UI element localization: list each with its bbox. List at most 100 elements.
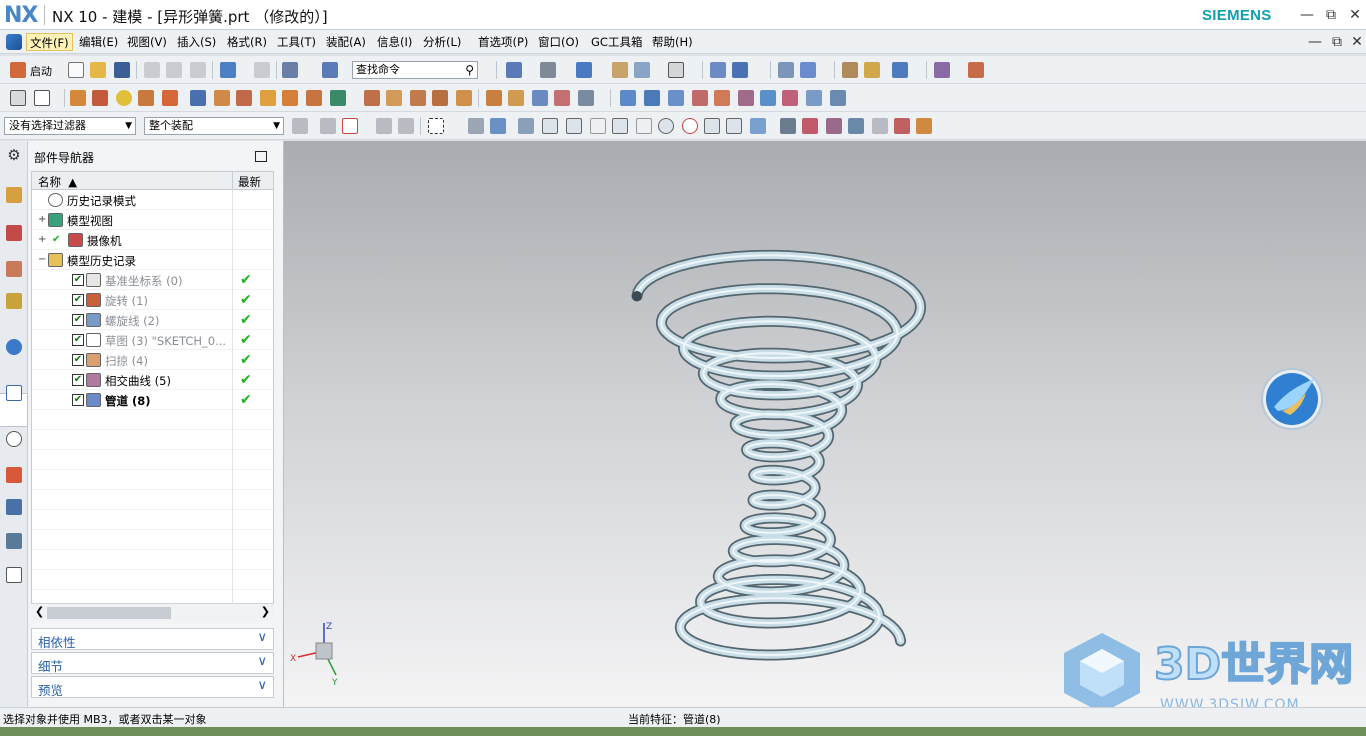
save-icon[interactable] <box>114 62 130 78</box>
menu-analysis[interactable]: 分析(L) <box>420 33 464 51</box>
block-icon[interactable] <box>138 90 154 106</box>
tree-row[interactable]: − 模型历史记录 <box>32 250 273 270</box>
faces-filter-icon[interactable] <box>468 118 484 134</box>
reference-set-icon[interactable] <box>872 118 888 134</box>
doc-close-button[interactable]: ✕ <box>1346 31 1366 53</box>
tree-row[interactable]: ✔ 螺旋线 (2) ✔ <box>32 310 273 330</box>
datum-plane-icon[interactable] <box>34 90 50 106</box>
swept-icon[interactable] <box>692 90 708 106</box>
cylinder-icon[interactable] <box>162 90 178 106</box>
feature-checkbox[interactable]: ✔ <box>72 334 84 346</box>
app-icon[interactable] <box>6 34 22 50</box>
feature-checkbox[interactable]: ✔ <box>72 274 84 286</box>
shell-icon[interactable] <box>410 90 426 106</box>
doc-minimize-button[interactable]: — <box>1304 31 1326 53</box>
menu-window[interactable]: 窗口(O) <box>535 33 582 51</box>
chamfer-icon[interactable] <box>386 90 402 106</box>
column-header-latest[interactable]: 最新 <box>238 174 261 190</box>
snap-point-icon[interactable] <box>518 118 534 134</box>
web-browser-icon[interactable] <box>6 385 22 401</box>
start-button[interactable]: 启动 <box>30 63 52 79</box>
bounded-plane-icon[interactable] <box>760 90 776 106</box>
control-point-snap-icon[interactable] <box>590 118 606 134</box>
draft-icon[interactable] <box>432 90 448 106</box>
add-component-icon[interactable] <box>848 118 864 134</box>
midpoint-snap-icon[interactable] <box>566 118 582 134</box>
dependencies-panel[interactable]: 相依性 ∨ <box>31 628 274 650</box>
view-triad[interactable]: Z X Y <box>288 619 348 689</box>
part-navigator-icon[interactable] <box>6 261 22 277</box>
reuse-library-icon[interactable] <box>6 293 22 309</box>
point-on-curve-snap-icon[interactable] <box>726 118 742 134</box>
system-materials-icon[interactable] <box>6 467 22 483</box>
point-on-face-snap-icon[interactable] <box>750 118 766 134</box>
tree-row[interactable]: 历史记录模式 <box>32 190 273 210</box>
feature-checkbox[interactable]: ✔ <box>72 374 84 386</box>
extrude-icon[interactable] <box>70 90 86 106</box>
rectangle-select-icon[interactable] <box>428 118 444 134</box>
bodies-filter-icon[interactable] <box>490 118 506 134</box>
tree-row[interactable]: + 模型视图 <box>32 210 273 230</box>
bounded-grid-snap-icon[interactable] <box>780 118 796 134</box>
split-body-icon[interactable] <box>578 90 594 106</box>
touch-mode-icon[interactable] <box>322 62 338 78</box>
history-icon[interactable] <box>6 431 22 447</box>
select-settings-icon[interactable] <box>292 118 308 134</box>
snap-view-icon[interactable] <box>892 62 908 78</box>
move-object-icon[interactable] <box>732 62 748 78</box>
render-style-icon[interactable] <box>506 62 522 78</box>
paste-icon[interactable] <box>190 62 206 78</box>
endpoint-snap-icon[interactable] <box>542 118 558 134</box>
tree-row[interactable]: ✔ 旋转 (1) ✔ <box>32 290 273 310</box>
move-component-icon[interactable] <box>826 118 842 134</box>
expand-icon[interactable]: + <box>38 234 46 245</box>
menu-file[interactable]: 文件(F) <box>26 33 73 51</box>
explode-view-icon[interactable] <box>916 118 932 134</box>
delete-face-icon[interactable] <box>532 90 548 106</box>
menu-gc-toolbox[interactable]: GC工具箱 <box>588 33 645 51</box>
tree-row[interactable]: ✔ 扫掠 (4) ✔ <box>32 350 273 370</box>
select-all-icon[interactable] <box>342 118 358 134</box>
scroll-left-icon[interactable]: ❮ <box>35 605 44 618</box>
variational-sweep-icon[interactable] <box>714 90 730 106</box>
replace-face-icon[interactable] <box>554 90 570 106</box>
surface-mesh-icon[interactable] <box>644 90 660 106</box>
sketch-icon[interactable] <box>10 90 26 106</box>
doc-restore-button[interactable]: ⧉ <box>1326 31 1348 53</box>
quadrant-snap-icon[interactable] <box>682 118 698 134</box>
boss-icon[interactable] <box>214 90 230 106</box>
existing-point-snap-icon[interactable] <box>704 118 720 134</box>
intersect-icon[interactable] <box>330 90 346 106</box>
revolve-icon[interactable] <box>92 90 108 106</box>
roles-icon[interactable] <box>6 567 22 583</box>
menu-help[interactable]: 帮助(H) <box>649 33 696 51</box>
background-icon[interactable] <box>612 62 628 78</box>
feature-checkbox[interactable]: ✔ <box>72 354 84 366</box>
layer-settings-icon[interactable] <box>778 62 794 78</box>
thicken-icon[interactable] <box>806 90 822 106</box>
wcs-icon[interactable] <box>710 62 726 78</box>
collapse-icon[interactable]: − <box>38 254 46 265</box>
show-hide-icon[interactable] <box>800 62 816 78</box>
minimize-button[interactable]: — <box>1296 4 1318 26</box>
preview-panel[interactable]: 预览 ∨ <box>31 676 274 698</box>
maximize-icon[interactable] <box>255 151 267 162</box>
new-icon[interactable] <box>68 62 84 78</box>
arc-center-snap-icon[interactable] <box>636 118 652 134</box>
restore-button[interactable]: ⧉ <box>1320 4 1342 26</box>
undo-icon[interactable] <box>220 62 236 78</box>
feature-checkbox[interactable]: ✔ <box>72 394 84 406</box>
offset-face-icon[interactable] <box>486 90 502 106</box>
surface-through-curves-icon[interactable] <box>620 90 636 106</box>
manufacturing-wizards-icon[interactable] <box>6 533 22 549</box>
feature-select-icon[interactable] <box>320 118 336 134</box>
tree-row[interactable]: + ✔ 摄像机 <box>32 230 273 250</box>
select-parts-icon[interactable] <box>398 118 414 134</box>
intersection-snap-icon[interactable] <box>612 118 628 134</box>
menu-info[interactable]: 信息(I) <box>374 33 415 51</box>
feature-checkbox[interactable]: ✔ <box>72 294 84 306</box>
more-surface-icon[interactable] <box>830 90 846 106</box>
pocket-icon[interactable] <box>236 90 252 106</box>
move-face-icon[interactable] <box>508 90 524 106</box>
process-studio-icon[interactable] <box>6 499 22 515</box>
